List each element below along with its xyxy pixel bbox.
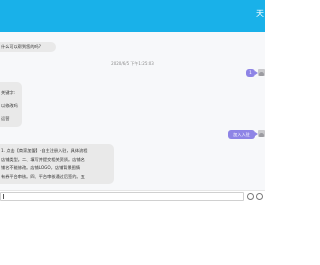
- message-timestamp: 2020/6/5 下午1:25:03: [111, 61, 154, 66]
- blank-area: [0, 202, 265, 265]
- message-input[interactable]: [0, 192, 244, 201]
- agent-message-line: 运营: [1, 116, 10, 121]
- agent-message: 1. 点击【商家加盟】-自主注册入驻，具体流程 店铺类型。二、填写并提交相关资质…: [0, 144, 114, 184]
- agent-message-line: 关键字:: [1, 90, 15, 95]
- message-list[interactable]: 什么可以帮到您的吗? 2020/6/5 下午1:25:03 1 关键字: 以修改…: [0, 32, 265, 190]
- user-avatar: [258, 69, 265, 76]
- user-message-text: 加入入驻: [233, 132, 250, 137]
- agent-message-line: 有券平台审核。四、平台审核通过后签约。五: [1, 173, 85, 179]
- header-title: 天: [256, 9, 264, 18]
- agent-message-line: 铺名不能修改。店铺LOGO，店铺背景图情: [1, 165, 81, 170]
- emoji-icon[interactable]: [247, 193, 254, 200]
- agent-message-text: 什么可以帮到您的吗?: [1, 44, 41, 49]
- agent-message: 什么可以帮到您的吗?: [0, 42, 56, 52]
- user-message-text: 1: [249, 70, 252, 75]
- agent-message-line: 店铺类型。二、填写并提交相关资质。店铺名: [1, 156, 85, 162]
- user-message: 加入入驻: [228, 130, 255, 139]
- chat-header: 天: [0, 0, 265, 32]
- agent-message-line: 以修改吗: [1, 103, 18, 108]
- chat-app: 天 什么可以帮到您的吗? 2020/6/5 下午1:25:03 1 关键字: 以…: [0, 0, 265, 265]
- user-message: 1: [246, 69, 255, 77]
- input-bar: [0, 190, 265, 202]
- text-cursor: [3, 194, 4, 199]
- user-avatar: [258, 130, 265, 137]
- more-icon[interactable]: [256, 193, 263, 200]
- agent-message-line: 1. 点击【商家加盟】-自主注册入驻，具体流程: [1, 148, 88, 153]
- agent-message: 关键字: 以修改吗 运营: [0, 82, 22, 127]
